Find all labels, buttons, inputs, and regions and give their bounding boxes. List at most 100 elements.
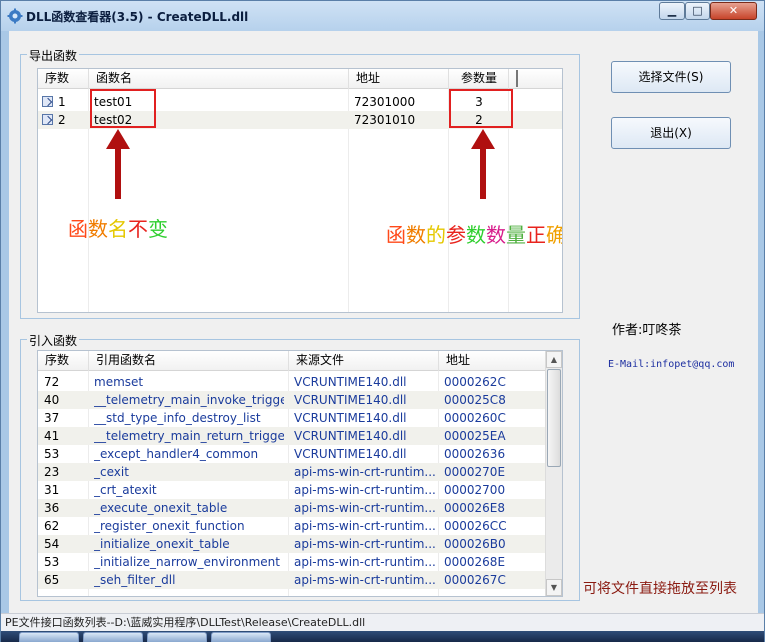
author-label: 作者:叮咚茶	[612, 323, 682, 338]
annotation-char: 正	[526, 223, 546, 247]
function-icon	[42, 96, 53, 107]
import-address: 0000267C	[444, 573, 506, 587]
import-name: _seh_filter_dll	[94, 573, 176, 587]
export-list[interactable]: 序数 函数名 地址 参数量 1 test01 72301000 3 2 test…	[37, 68, 563, 313]
function-icon	[42, 114, 53, 125]
col-imported-name[interactable]: 引用函数名	[89, 351, 289, 371]
import-name: memset	[94, 375, 144, 389]
import-ordinal: 23	[44, 465, 60, 479]
import-group-title: 引入函数	[27, 332, 80, 349]
import-ordinal: 53	[44, 447, 60, 461]
annotation-char: 函	[68, 217, 88, 241]
import-list[interactable]: 序数 引用函数名 来源文件 地址 72 memset VCRUNTIME140.dl…	[37, 350, 563, 597]
close-button[interactable]: ✕	[710, 2, 757, 20]
import-row[interactable]: 62 _register_onexit_function api-ms-win-cr…	[38, 517, 562, 535]
annotation-char: 数	[406, 223, 426, 247]
import-source: api-ms-win-crt-runtim...	[294, 537, 436, 551]
import-address: 000026E8	[444, 501, 506, 515]
annotation-char: 不	[128, 217, 148, 241]
app-window: DLL函数查看器(3.5) - CreateDLL.dll ▁ □ ✕ 导出函数…	[0, 0, 765, 642]
import-row[interactable]: 23 _cexit api-ms-win-crt-runtim... 0000270E	[38, 463, 562, 481]
import-source: api-ms-win-crt-runtim...	[294, 519, 436, 533]
import-source: api-ms-win-crt-runtim...	[294, 573, 436, 587]
import-name: _register_onexit_function	[94, 519, 245, 533]
name-highlight-box	[90, 89, 156, 128]
drag-drop-tip: 可将文件直接拖放至列表	[583, 581, 737, 597]
export-list-header: 序数 函数名 地址 参数量	[38, 69, 562, 89]
import-row[interactable]: 53 _initialize_narrow_environment api-ms-w…	[38, 553, 562, 571]
import-address: 000025EA	[444, 429, 506, 443]
import-row[interactable]: 31 _crt_atexit api-ms-win-crt-runtim... 000…	[38, 481, 562, 499]
import-group: 引入函数 序数 引用函数名 来源文件 地址 72 memset VCRUNTIME1…	[20, 332, 580, 601]
import-source: api-ms-win-crt-runtim...	[294, 483, 436, 497]
import-row[interactable]: 37 __std_type_info_destroy_list VCRUNTIME1…	[38, 409, 562, 427]
import-name: _initialize_narrow_environment	[94, 555, 280, 569]
col-ordinal[interactable]: 序数	[38, 69, 89, 89]
param-highlight-box	[449, 89, 513, 128]
col-ordinal[interactable]: 序数	[38, 351, 89, 371]
taskbar-button[interactable]	[211, 632, 271, 642]
import-row[interactable]: 40 __telemetry_main_invoke_trigger VCRUNTI…	[38, 391, 562, 409]
import-row[interactable]: 53 _except_handler4_common VCRUNTIME140.dl…	[38, 445, 562, 463]
import-ordinal: 41	[44, 429, 60, 443]
import-source: VCRUNTIME140.dll	[294, 411, 407, 425]
select-file-button[interactable]: 选择文件(S)	[611, 61, 731, 93]
import-ordinal: 31	[44, 483, 60, 497]
col-source-file[interactable]: 来源文件	[289, 351, 439, 371]
export-group-title: 导出函数	[27, 47, 80, 64]
export-address: 72301010	[354, 113, 416, 127]
col-param-count[interactable]: 参数量	[449, 69, 509, 89]
scroll-up-icon[interactable]: ▲	[546, 351, 562, 368]
scroll-down-icon[interactable]: ▼	[546, 579, 562, 596]
export-ordinal: 1	[42, 93, 88, 111]
import-row[interactable]: 72 memset VCRUNTIME140.dll 0000262C	[38, 373, 562, 391]
import-row[interactable]: 41 __telemetry_main_return_trigger VCRUNTI…	[38, 427, 562, 445]
taskbar-button[interactable]	[147, 632, 207, 642]
import-address: 0000270E	[444, 465, 506, 479]
annotation-char: 量	[506, 223, 526, 247]
import-name: _initialize_onexit_table	[94, 537, 230, 551]
column-resize-handle[interactable]	[509, 70, 518, 87]
import-address: 00002636	[444, 447, 506, 461]
taskbar	[1, 631, 764, 642]
import-address: 00002700	[444, 483, 506, 497]
import-address: 000026CC	[444, 519, 507, 533]
export-address: 72301000	[354, 95, 416, 109]
import-row[interactable]: 65 _seh_filter_dll api-ms-win-crt-runtim..…	[38, 571, 562, 589]
import-row[interactable]: 54 _initialize_onexit_table api-ms-win-crt…	[38, 535, 562, 553]
title-bar[interactable]: DLL函数查看器(3.5) - CreateDLL.dll ▁ □ ✕	[1, 1, 764, 31]
import-row[interactable]: 36 _execute_onexit_table api-ms-win-crt-ru…	[38, 499, 562, 517]
import-name: _cexit	[94, 465, 129, 479]
taskbar-button[interactable]	[19, 632, 79, 642]
export-ordinal: 2	[42, 111, 88, 129]
export-group: 导出函数 序数 函数名 地址 参数量 1 test01 72301000 3 2…	[20, 47, 580, 319]
annotation-char: 数	[486, 223, 506, 247]
col-address[interactable]: 地址	[349, 69, 449, 89]
minimize-button[interactable]: ▁	[659, 2, 685, 20]
col-function-name[interactable]: 函数名	[89, 69, 349, 89]
import-ordinal: 37	[44, 411, 60, 425]
col-address[interactable]: 地址	[439, 351, 547, 371]
import-ordinal: 72	[44, 375, 60, 389]
exit-button[interactable]: 退出(X)	[611, 117, 731, 149]
status-bar: PE文件接口函数列表--D:\蓝威实用程序\DLLTest\Release\Cr…	[1, 613, 764, 631]
import-source: api-ms-win-crt-runtim...	[294, 555, 436, 569]
app-icon	[7, 8, 23, 24]
arrow-up-icon	[471, 129, 495, 199]
import-source: VCRUNTIME140.dll	[294, 393, 407, 407]
annotation-char: 函	[386, 223, 406, 247]
import-address: 0000260C	[444, 411, 506, 425]
import-source: VCRUNTIME140.dll	[294, 375, 407, 389]
email-label: E-Mail:infopet@qq.com	[608, 359, 735, 370]
import-scrollbar[interactable]: ▲ ▼	[545, 351, 562, 596]
maximize-button[interactable]: □	[685, 2, 710, 20]
annotation-char: 的	[426, 223, 446, 247]
import-name: _except_handler4_common	[94, 447, 259, 461]
annotation-char: 参	[446, 223, 466, 247]
import-address: 0000262C	[444, 375, 506, 389]
annotation-char: 数	[88, 217, 108, 241]
import-name: _execute_onexit_table	[94, 501, 228, 515]
taskbar-button[interactable]	[83, 632, 143, 642]
param-correct-note: 函数的参数数量正确	[386, 219, 562, 248]
scroll-thumb[interactable]	[547, 369, 561, 467]
